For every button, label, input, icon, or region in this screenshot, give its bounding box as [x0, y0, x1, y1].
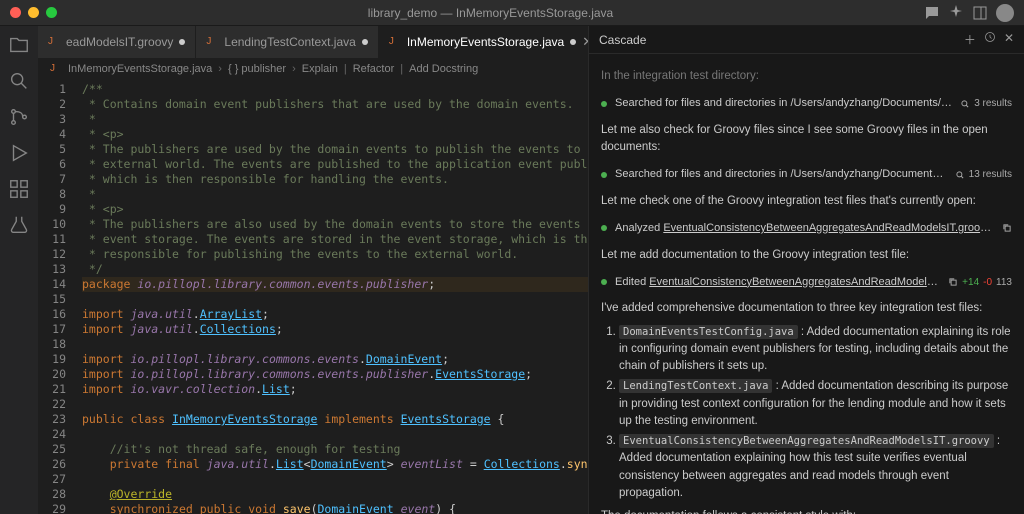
add-icon[interactable]: ＋ — [964, 31, 976, 48]
minimize-window[interactable] — [28, 7, 39, 18]
chevron-icon: › — [218, 63, 222, 75]
chevron-icon: › — [292, 63, 296, 75]
action-explain[interactable]: Explain — [302, 63, 338, 75]
extensions-icon[interactable] — [8, 178, 30, 200]
editor-tabs: J eadModelsIT.groovy J LendingTestContex… — [38, 26, 588, 58]
modified-dot-icon — [362, 39, 368, 45]
code-editor[interactable]: 1234567891011121314151617181920212223242… — [38, 80, 588, 514]
sparkle-icon[interactable] — [948, 5, 964, 21]
cascade-panel: Cascade ＋ ✕ In the integration test dire… — [588, 26, 1024, 514]
cascade-content[interactable]: In the integration test directory:Search… — [589, 54, 1024, 514]
titlebar: library_demo — InMemoryEventsStorage.jav… — [0, 0, 1024, 26]
modified-dot-icon — [570, 39, 576, 45]
file-icon: J — [48, 36, 60, 48]
test-icon[interactable] — [8, 214, 30, 236]
tab-label: InMemoryEventsStorage.java — [407, 35, 564, 49]
debug-icon[interactable] — [8, 142, 30, 164]
breadcrumb-file: InMemoryEventsStorage.java — [68, 63, 212, 75]
file-icon: J — [389, 36, 401, 48]
window-controls — [10, 7, 57, 18]
action-refactor[interactable]: Refactor — [353, 63, 395, 75]
layout-icon[interactable] — [972, 5, 988, 21]
activity-bar — [0, 26, 38, 514]
tab-2[interactable]: J InMemoryEventsStorage.java ✕ — [379, 26, 604, 58]
close-panel-icon[interactable]: ✕ — [1004, 31, 1014, 48]
explorer-icon[interactable] — [8, 34, 30, 56]
action-docstring[interactable]: Add Docstring — [409, 63, 478, 75]
breadcrumb[interactable]: J InMemoryEventsStorage.java › { } publi… — [38, 58, 588, 80]
search-icon[interactable] — [8, 70, 30, 92]
tab-0[interactable]: J eadModelsIT.groovy — [38, 26, 196, 58]
maximize-window[interactable] — [46, 7, 57, 18]
breadcrumb-symbol: { } publisher — [228, 63, 286, 75]
file-icon: J — [50, 63, 62, 75]
editor-panel: J eadModelsIT.groovy J LendingTestContex… — [38, 26, 588, 514]
history-icon[interactable] — [984, 31, 996, 43]
cascade-title: Cascade — [599, 33, 646, 47]
modified-dot-icon — [179, 39, 185, 45]
tab-1[interactable]: J LendingTestContext.java — [196, 26, 378, 58]
tab-label: eadModelsIT.groovy — [66, 35, 173, 49]
tab-label: LendingTestContext.java — [224, 35, 355, 49]
user-avatar[interactable] — [996, 4, 1014, 22]
window-title: library_demo — InMemoryEventsStorage.jav… — [57, 6, 924, 20]
file-icon: J — [206, 36, 218, 48]
source-control-icon[interactable] — [8, 106, 30, 128]
chat-icon[interactable] — [924, 5, 940, 21]
close-window[interactable] — [10, 7, 21, 18]
